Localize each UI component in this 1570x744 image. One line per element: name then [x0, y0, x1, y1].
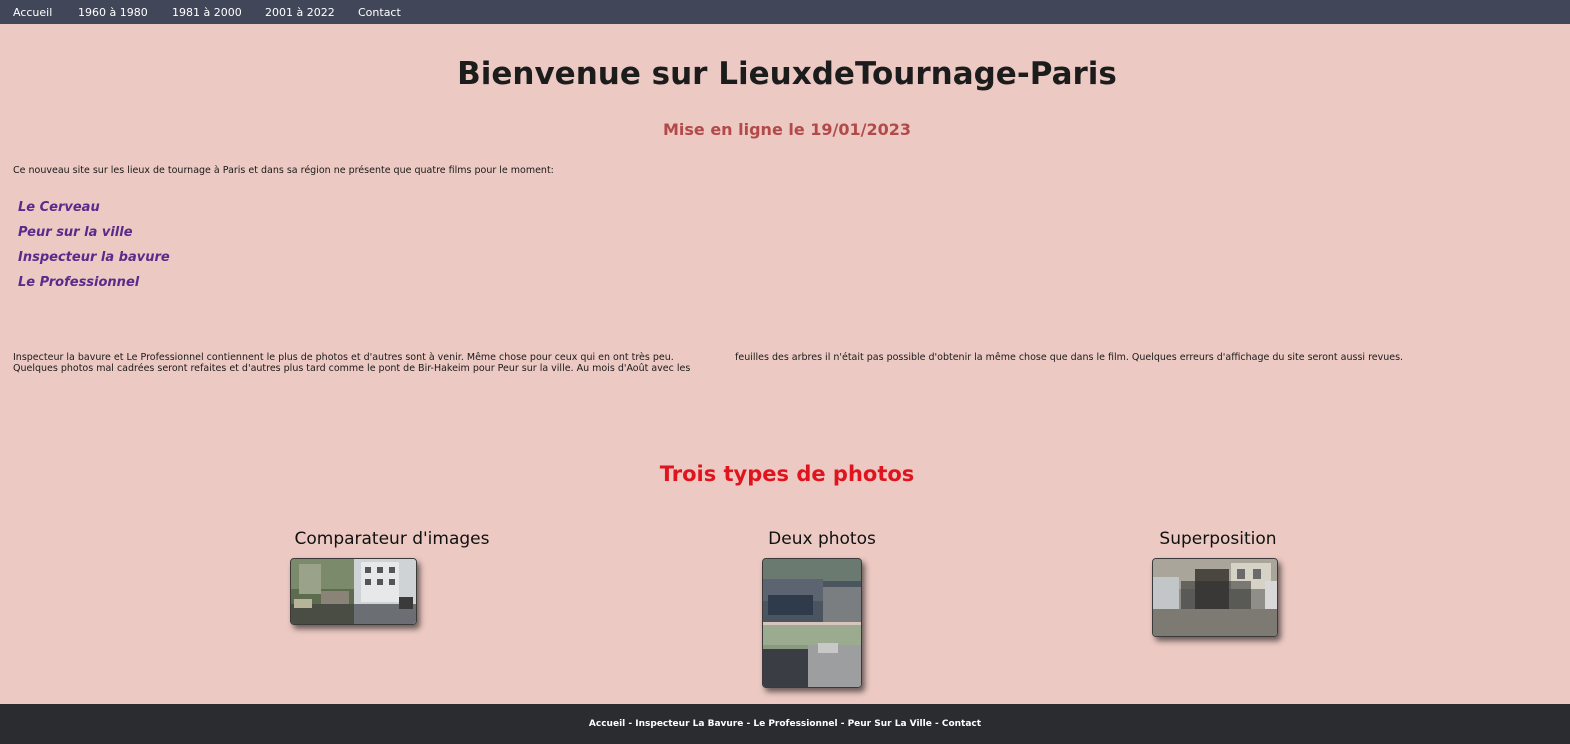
- superposition-thumbnail[interactable]: [1152, 558, 1278, 637]
- deux-photos-image: [763, 559, 861, 687]
- footer-separator: -: [837, 719, 848, 729]
- footer: Accueil - Inspecteur La Bavure - Le Prof…: [0, 704, 1570, 744]
- nav-item-contact[interactable]: Contact: [358, 6, 401, 19]
- footer-separator: -: [743, 719, 754, 729]
- film-link-le-professionnel[interactable]: Le Professionnel: [18, 275, 170, 300]
- card-title-comparateur: Comparateur d'images: [294, 529, 490, 549]
- film-link-peur-sur-la-ville[interactable]: Peur sur la ville: [18, 225, 170, 250]
- footer-link-inspecteur-la-bavure[interactable]: Inspecteur La Bavure: [635, 719, 743, 729]
- card-title-superposition: Superposition: [1159, 529, 1277, 549]
- intro-text: Ce nouveau site sur les lieux de tournag…: [13, 165, 554, 176]
- footer-separator: -: [931, 719, 942, 729]
- footer-links: Accueil - Inspecteur La Bavure - Le Prof…: [589, 719, 981, 729]
- footer-separator: -: [625, 719, 636, 729]
- footer-link-contact[interactable]: Contact: [942, 719, 981, 729]
- info-paragraph: Inspecteur la bavure et Le Professionnel…: [13, 352, 1404, 374]
- nav-item-1981-2000[interactable]: 1981 à 2000: [172, 6, 242, 19]
- footer-link-le-professionnel[interactable]: Le Professionnel: [753, 719, 837, 729]
- top-nav: Accueil 1960 à 1980 1981 à 2000 2001 à 2…: [0, 0, 1570, 24]
- film-list: Le Cerveau Peur sur la ville Inspecteur …: [18, 200, 170, 300]
- deux-photos-thumbnail[interactable]: [762, 558, 862, 688]
- film-link-inspecteur-la-bavure[interactable]: Inspecteur la bavure: [18, 250, 170, 275]
- comparateur-thumbnail[interactable]: [290, 558, 417, 625]
- photos-section-title: Trois types de photos: [659, 462, 915, 486]
- nav-item-2001-2022[interactable]: 2001 à 2022: [265, 6, 335, 19]
- film-link-le-cerveau[interactable]: Le Cerveau: [18, 200, 170, 225]
- card-title-deux-photos: Deux photos: [768, 529, 876, 549]
- nav-item-accueil[interactable]: Accueil: [13, 6, 52, 19]
- page-subtitle: Mise en ligne le 19/01/2023: [662, 120, 912, 139]
- superposition-image: [1153, 559, 1277, 636]
- footer-link-peur-sur-la-ville[interactable]: Peur Sur La Ville: [848, 719, 932, 729]
- comparateur-image: [291, 559, 416, 624]
- footer-link-accueil[interactable]: Accueil: [589, 719, 625, 729]
- nav-item-1960-1980[interactable]: 1960 à 1980: [78, 6, 148, 19]
- page-title: Bienvenue sur LieuxdeTournage-Paris: [457, 56, 1117, 92]
